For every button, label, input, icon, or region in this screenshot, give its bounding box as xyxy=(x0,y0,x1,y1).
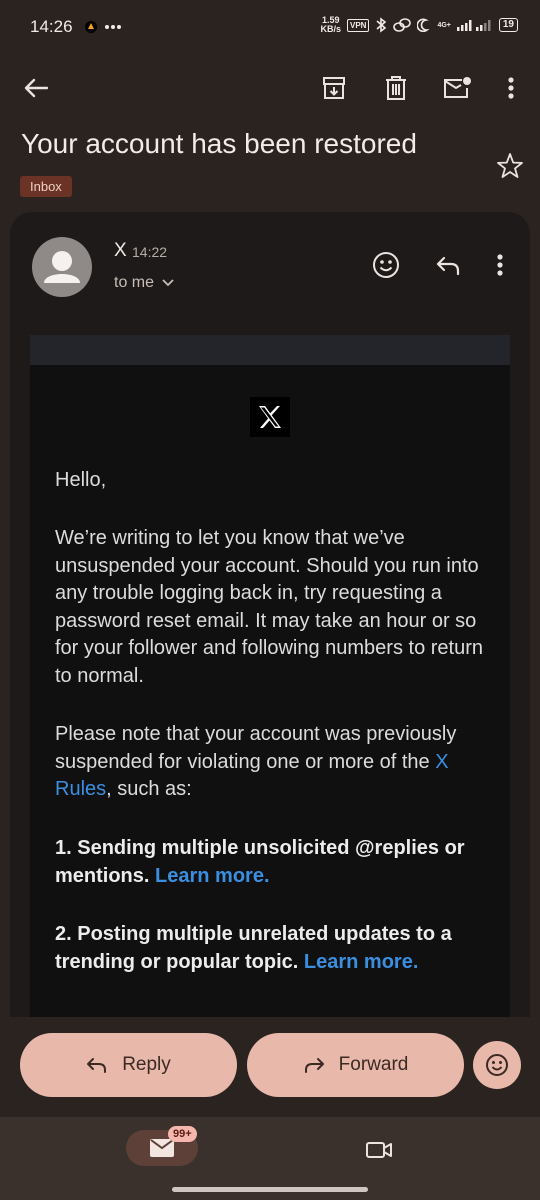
status-bar: 14:26 1.59 KB/s VPN 4G+ 19 xyxy=(0,0,540,56)
archive-button[interactable] xyxy=(310,62,358,114)
network-type: 4G+ xyxy=(437,21,451,29)
body-paragraph-1: We’re writing to let you know that we’ve… xyxy=(55,527,483,687)
label-chip-inbox[interactable]: Inbox xyxy=(20,176,72,197)
video-camera-icon xyxy=(365,1140,393,1160)
more-vert-icon xyxy=(508,76,514,100)
email-body: Hello, We’re writing to let you know tha… xyxy=(30,335,510,1017)
sender-name[interactable]: X xyxy=(114,240,127,262)
status-right-icons: 1.59 KB/s VPN 4G+ 19 xyxy=(320,16,518,34)
forward-icon xyxy=(303,1056,325,1074)
forward-button[interactable]: Forward xyxy=(247,1033,464,1097)
arrow-left-icon xyxy=(23,77,49,99)
reply-label: Reply xyxy=(122,1054,171,1075)
back-button[interactable] xyxy=(12,62,60,114)
more-vert-icon xyxy=(497,253,503,277)
archive-icon xyxy=(321,75,347,101)
star-button[interactable] xyxy=(494,150,526,182)
greeting: Hello, xyxy=(55,469,107,491)
learn-more-link-2[interactable]: Learn more. xyxy=(304,951,418,973)
signal-icon xyxy=(456,19,493,31)
do-not-disturb-moon-icon xyxy=(417,18,431,32)
more-options-button[interactable] xyxy=(487,62,535,114)
paragraph-2-suffix: , such as: xyxy=(106,778,192,800)
email-header-bar xyxy=(30,335,510,365)
rule-item-1: 1. Sending multiple unsolicited @replies… xyxy=(55,835,495,890)
home-indicator[interactable] xyxy=(172,1187,368,1192)
unread-count-badge: 99+ xyxy=(168,1126,197,1142)
message-more-button[interactable] xyxy=(480,245,520,285)
mail-icon xyxy=(149,1138,175,1158)
body-paragraph-2: Please note that your account was previo… xyxy=(55,721,495,804)
reply-icon xyxy=(86,1056,108,1074)
notification-app-icon xyxy=(84,20,98,34)
network-speed: 1.59 KB/s xyxy=(320,16,341,34)
bluetooth-icon xyxy=(375,17,387,33)
smiley-icon xyxy=(485,1053,509,1077)
battery-indicator: 19 xyxy=(498,18,518,32)
star-icon xyxy=(494,150,526,182)
forward-label: Forward xyxy=(338,1054,409,1075)
mail-unread-icon xyxy=(442,76,472,100)
reply-icon-button[interactable] xyxy=(428,245,468,285)
top-toolbar xyxy=(0,62,540,114)
vpn-badge: VPN xyxy=(346,18,370,32)
recipient-details-toggle[interactable]: to me xyxy=(114,274,174,292)
nav-meet-tab[interactable] xyxy=(364,1135,394,1165)
paragraph-2-prefix: Please note that your account was previo… xyxy=(55,723,457,773)
rule-item-2: 2. Posting multiple unrelated updates to… xyxy=(55,921,495,976)
emoji-reaction-button[interactable] xyxy=(473,1041,521,1089)
person-icon xyxy=(44,251,80,283)
reply-actions-bar: Reply Forward xyxy=(0,1017,540,1117)
message-time: 14:22 xyxy=(132,244,168,260)
trash-icon xyxy=(384,75,408,101)
status-time: 14:26 xyxy=(30,17,73,36)
delete-button[interactable] xyxy=(372,62,420,114)
x-logo xyxy=(250,397,290,437)
learn-more-link-1[interactable]: Learn more. xyxy=(155,865,269,887)
reply-icon xyxy=(435,254,461,276)
react-emoji-button[interactable] xyxy=(366,245,406,285)
message-card: X 14:22 to me Hello, We’re writing to le… xyxy=(10,212,530,1017)
mark-unread-button[interactable] xyxy=(433,62,481,114)
speed-unit: KB/s xyxy=(320,24,341,34)
smiley-icon xyxy=(372,251,400,279)
status-left-icons xyxy=(84,20,122,34)
more-notifications-icon xyxy=(104,24,122,30)
email-subject: Your account has been restored xyxy=(21,128,417,159)
bottom-navigation: 99+ xyxy=(0,1117,540,1200)
chevron-down-icon xyxy=(162,279,174,287)
avatar[interactable] xyxy=(32,237,92,297)
reply-button[interactable]: Reply xyxy=(20,1033,237,1097)
link-icon xyxy=(393,18,412,32)
x-logo-icon xyxy=(259,406,281,428)
recipient-text: to me xyxy=(114,274,155,291)
